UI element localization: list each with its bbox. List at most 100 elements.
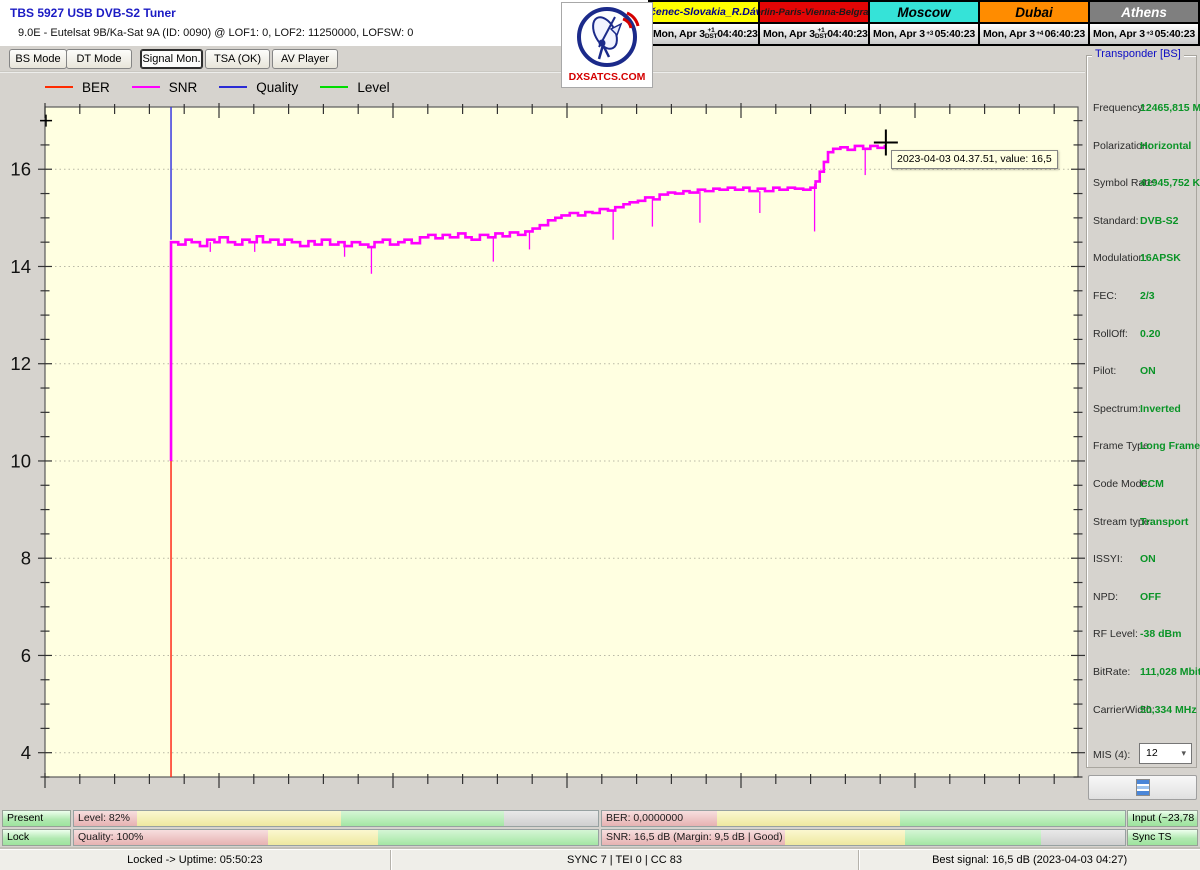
meter-zone-yellow <box>717 811 901 826</box>
field-value: Horizontal <box>1140 139 1192 152</box>
clock-time: 04:40:23 <box>717 28 758 40</box>
field-value: OFF <box>1140 590 1161 603</box>
field-value: DVB-S2 <box>1140 214 1179 227</box>
dxsatcs-logo: DXSATCS.COM <box>561 2 653 88</box>
logo-text: DXSATCS.COM <box>568 71 646 83</box>
transponder-row-npd: NPD: OFF <box>1087 591 1198 605</box>
snr-meter: SNR: 16,5 dB (Margin: 9,5 dB | Good) <box>601 829 1126 846</box>
field-value: 2/3 <box>1140 290 1155 302</box>
tab-dt-mode[interactable]: DT Mode <box>66 49 132 69</box>
meter-label: Quality: 100% <box>78 831 144 843</box>
clock-time-cell: Mon, Apr 3 +1 DST 04:40:23 <box>650 24 758 44</box>
app-title: TBS 5927 USB DVB-S2 Tuner <box>10 6 176 20</box>
meter-label: Level: 82% <box>78 812 130 824</box>
transponder-row-code-mode: Code Mode: CCM <box>1087 478 1198 492</box>
clock-time-cell: Mon, Apr 3 +1 DST 04:40:23 <box>760 24 868 44</box>
offset-value: +3 <box>926 29 934 37</box>
transponder-row-standard: Standard: DVB-S2 <box>1087 215 1198 229</box>
field-label: Pilot: <box>1093 365 1117 378</box>
ber-meter: BER: 0,0000000 <box>601 810 1126 827</box>
transponder-row-rf-level: RF Level: -38 dBm <box>1087 628 1198 642</box>
transponder-row-rolloff: RollOff: 0.20 <box>1087 328 1198 342</box>
status-bar: Locked -> Uptime: 05:50:23 SYNC 7 | TEI … <box>0 849 1200 870</box>
svg-text:16: 16 <box>10 159 31 180</box>
tab-signal-mon[interactable]: Signal Mon. <box>140 49 203 69</box>
clock-date: Mon, Apr 3 <box>873 28 925 40</box>
field-value: 16APSK <box>1140 252 1181 265</box>
clock-1: Berlin-Paris-Vienna-BelgradeMon, Apr 3+1… <box>760 2 868 44</box>
transponder-panel-title: Transponder [BS] <box>1092 48 1184 60</box>
meter-zone-green <box>905 830 1042 845</box>
status-sync: SYNC 7 | TEI 0 | CC 83 <box>391 850 860 870</box>
field-label: ISSYI: <box>1093 553 1123 566</box>
transponder-row-bitrate: BitRate: 111,028 Mbit/s <box>1087 666 1200 680</box>
legend-item-level: Level <box>320 79 390 95</box>
offset-value: +3 <box>1146 29 1154 37</box>
field-label: RollOff: <box>1093 327 1128 340</box>
legend-label: BER <box>82 79 110 95</box>
transponder-row-carrierwidth: CarrierWidth: 50,334 MHz <box>1087 704 1198 718</box>
field-value: Long Frame <box>1140 440 1200 453</box>
transponder-row-frequency: Frequency:12465,815 MHz <box>1087 102 1200 116</box>
svg-text:4: 4 <box>21 742 31 763</box>
clock-utc-offset: +4 <box>1036 29 1044 38</box>
syncts-indicator: Sync TS <box>1127 829 1198 846</box>
quality-meter: Quality: 100% <box>73 829 599 846</box>
field-label: Spectrum: <box>1093 402 1141 415</box>
clock-city-label: Berlin-Paris-Vienna-Belgrade <box>760 2 868 22</box>
signal-chart[interactable]: 4 6 8 10 12 14 16 <box>0 95 1085 810</box>
transponder-row-frame-type: Frame Type: Long Frame <box>1087 440 1200 454</box>
legend-item-snr: SNR <box>131 79 198 95</box>
transponder-row-spectrum: Spectrum: Inverted <box>1087 403 1198 417</box>
field-label: NPD: <box>1093 590 1119 603</box>
field-value: 12465,815 MHz <box>1140 102 1200 114</box>
clock-utc-offset: +3 <box>1146 29 1154 38</box>
field-label: RF Level: <box>1093 628 1138 641</box>
clock-time: 05:40:23 <box>934 28 976 40</box>
chevron-down-icon: ▾ <box>1181 748 1186 758</box>
meter-label: SNR: 16,5 dB (Margin: 9,5 dB | Good) <box>606 831 783 843</box>
legend-label: SNR <box>168 79 198 95</box>
meter-zone-green <box>900 811 1125 826</box>
app-window: TBS 5927 USB DVB-S2 Tuner 9.0E - Eutelsa… <box>0 0 1200 870</box>
clock-date: Mon, Apr 3 <box>763 28 815 40</box>
stream-list-button[interactable] <box>1088 775 1197 800</box>
svg-text:8: 8 <box>21 548 31 569</box>
field-label: MIS (4): <box>1093 749 1131 761</box>
svg-text:12: 12 <box>10 353 31 374</box>
clock-2: Moscow Mon, Apr 3 +3 05:40:23 <box>870 2 978 44</box>
clock-utc-offset: +1 DST <box>815 27 828 41</box>
tab-divider <box>0 71 1085 73</box>
clock-time: 06:40:23 <box>1044 28 1086 40</box>
tab-bs-mode[interactable]: BS Mode <box>9 49 67 69</box>
field-value: Transport <box>1140 515 1189 528</box>
field-value: Inverted <box>1140 402 1181 415</box>
clock-city-label: Lučenec-Slovakia_R.Dávid <box>650 2 758 22</box>
clock-utc-offset: +1 DST <box>705 27 718 41</box>
offset-value: +4 <box>1036 29 1044 37</box>
legend-item-quality: Quality <box>219 80 298 95</box>
field-value: 111,028 Mbit/s <box>1140 666 1200 678</box>
mis-dropdown[interactable]: 12 ▾ <box>1139 743 1192 764</box>
clock-time-cell: Mon, Apr 3 +3 05:40:23 <box>1090 24 1198 44</box>
field-value: 0.20 <box>1140 327 1161 340</box>
transponder-row-pilot: Pilot: ON <box>1087 365 1198 379</box>
legend-line-quality <box>219 86 248 88</box>
tab-tsa-ok[interactable]: TSA (OK) <box>205 49 270 69</box>
lock-indicator: Lock <box>2 829 71 846</box>
transponder-row-stream-type: Stream type: Transport <box>1087 516 1198 530</box>
transponder-row-fec: FEC: 2/3 <box>1087 290 1198 304</box>
clock-time-cell: Mon, Apr 3 +3 05:40:23 <box>870 24 978 44</box>
svg-text:14: 14 <box>10 256 31 277</box>
transponder-row-polarization: Polarization: Horizontal <box>1087 140 1198 154</box>
legend-label: Level <box>357 79 390 95</box>
clock-city-label: Moscow <box>870 2 978 22</box>
chart-tooltip: 2023-04-03 04.37.51, value: 16,5 <box>891 150 1058 169</box>
tab-av-player[interactable]: AV Player <box>272 49 338 69</box>
field-label: Frequency: <box>1093 102 1146 114</box>
transponder-panel: Transponder [BS] Frequency:12465,815 MHz… <box>1086 48 1200 768</box>
mis-value: 12 <box>1146 747 1158 759</box>
svg-text:10: 10 <box>10 450 31 471</box>
legend-line-level <box>320 86 349 88</box>
field-value: ON <box>1140 553 1156 566</box>
